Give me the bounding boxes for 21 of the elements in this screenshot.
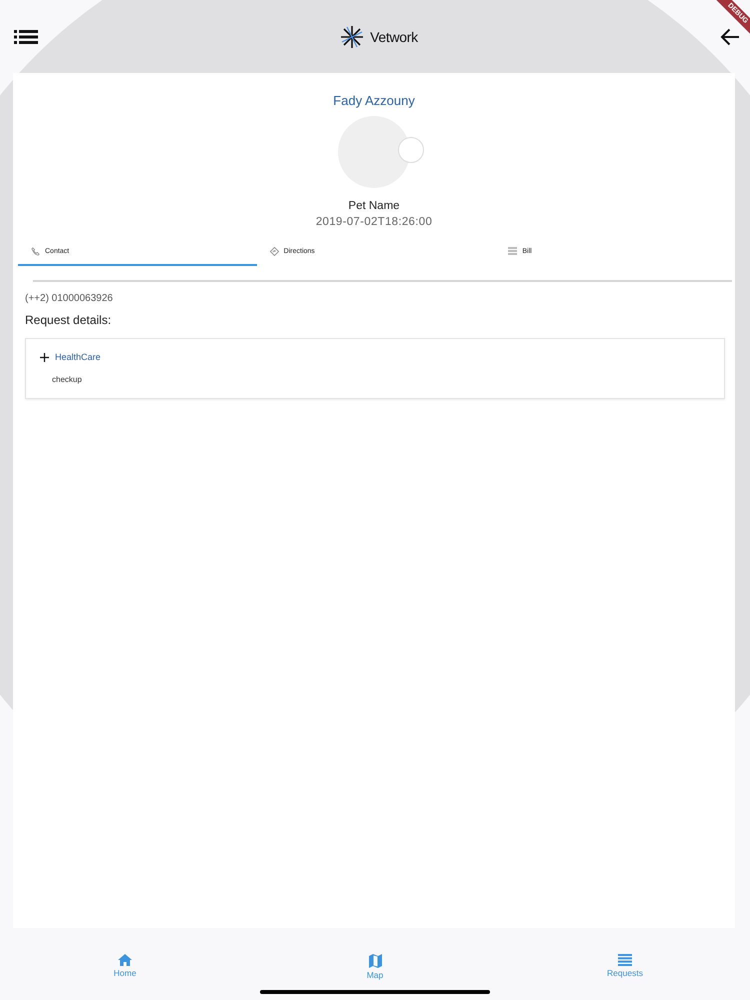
avatar-badge <box>398 137 424 163</box>
plus-icon <box>40 352 49 362</box>
request-date: 2019-07-02T18:26:00 <box>314 216 434 228</box>
phone-icon <box>31 246 40 256</box>
list-icon <box>618 954 632 966</box>
list-icon <box>508 247 518 255</box>
directions-icon <box>270 246 279 256</box>
menu-icon <box>14 30 38 44</box>
section-heading: Request details: <box>25 313 112 327</box>
service-item: checkup <box>52 375 83 384</box>
owner-name: Fady Azzouny <box>332 93 416 108</box>
back-arrow-icon <box>720 28 740 46</box>
service-name: HealthCare <box>55 352 101 362</box>
app-title: Vetwork <box>370 28 418 44</box>
menu-button[interactable] <box>14 30 38 44</box>
pet-name: Pet Name <box>347 200 401 212</box>
phone-number: (++2) 01000063926 <box>25 293 114 304</box>
map-icon <box>368 954 382 968</box>
back-button[interactable] <box>720 28 740 46</box>
home-icon <box>118 954 132 966</box>
logo-icon <box>340 24 364 48</box>
